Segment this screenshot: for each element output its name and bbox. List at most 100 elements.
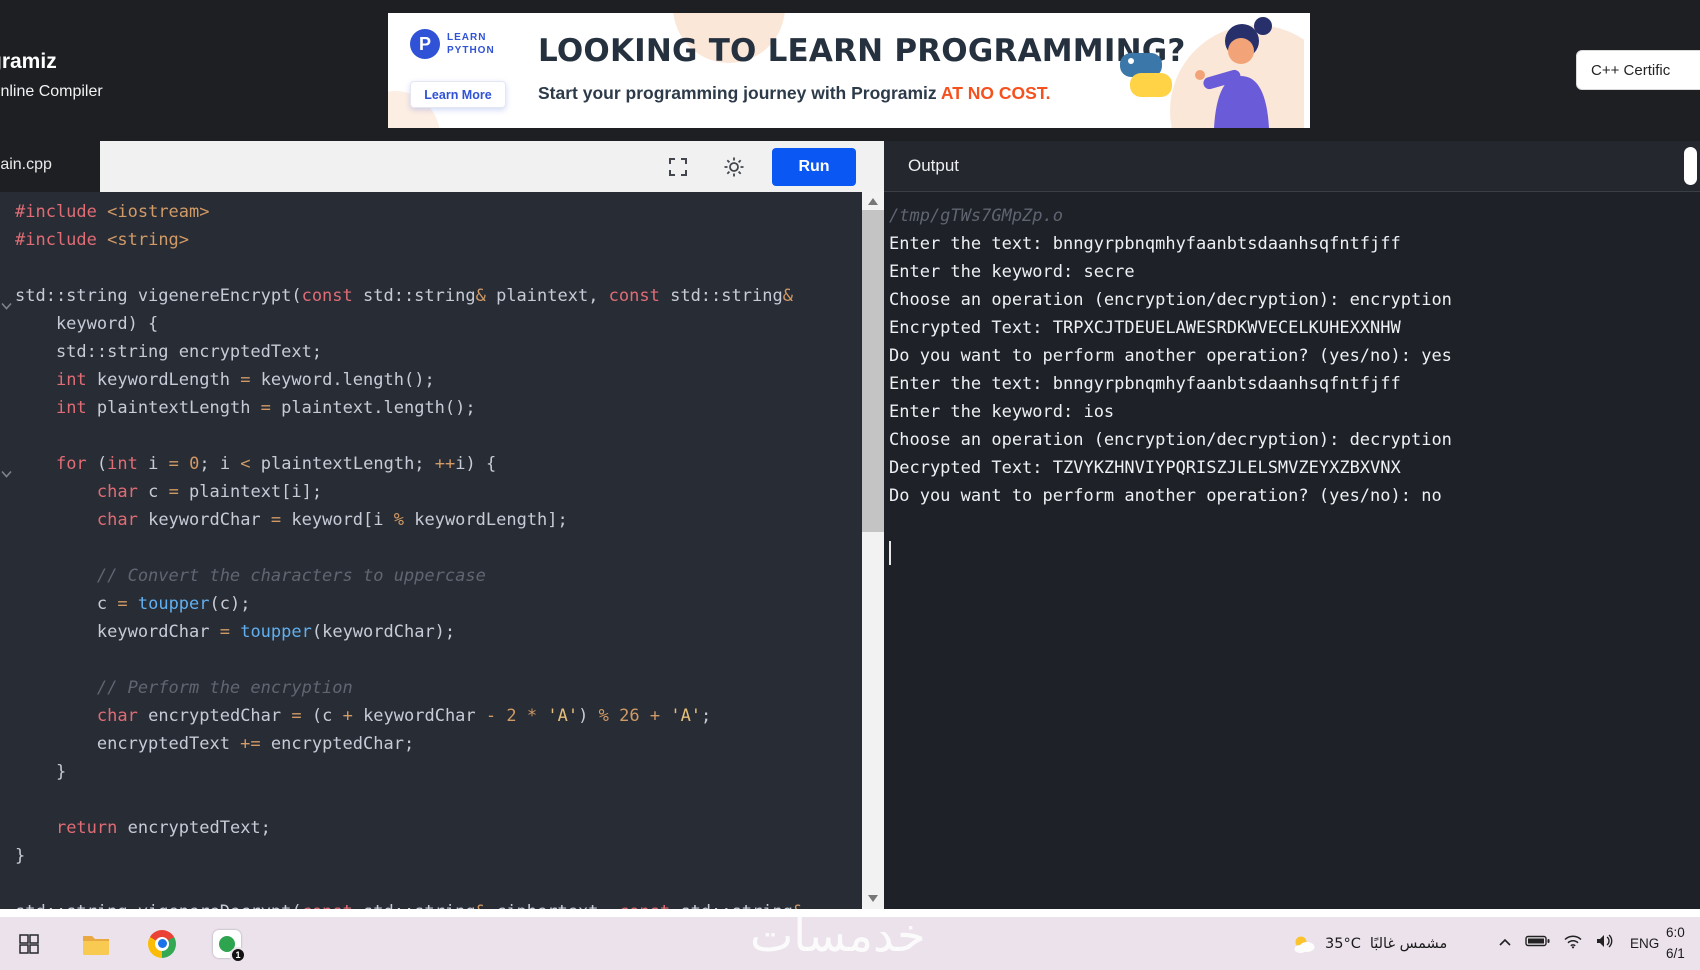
output-line: Choose an operation (encryption/decrypti… xyxy=(889,430,1452,450)
taskbar-clock[interactable]: 6:0 6/1 xyxy=(1666,917,1685,970)
banner-subline: Start your programming journey with Prog… xyxy=(538,83,1051,103)
code-line[interactable]: std::string vigenereEncrypt(const std::s… xyxy=(15,282,862,310)
banner-headline: LOOKING TO LEARN PROGRAMMING? xyxy=(538,33,1186,69)
chrome-button[interactable] xyxy=(148,929,176,958)
python-logo-icon xyxy=(1120,53,1172,97)
notification-badge: 1 xyxy=(230,946,246,963)
programiz-logo[interactable]: Programiz Online Compiler xyxy=(0,0,240,141)
up-triangle-icon xyxy=(868,197,878,205)
fold-arrow-icon[interactable] xyxy=(1,459,13,478)
output-cursor xyxy=(889,541,891,565)
output-lines: /tmp/gTWs7GMpZp.o Enter the text: bnngyrp… xyxy=(884,192,1700,538)
editor-scrollbar[interactable] xyxy=(862,192,884,909)
banner-subline-highlight: AT NO COST. xyxy=(940,83,1051,103)
toolbar-actions: Run xyxy=(100,141,884,192)
banner-illustration xyxy=(1120,17,1304,128)
start-button[interactable] xyxy=(14,929,44,959)
site-header: Programiz Online Compiler P LEARN PYTHON… xyxy=(0,0,1700,141)
learn-python-brand-text: LEARN PYTHON xyxy=(447,32,495,56)
weather-desc: مشمس غالبًا xyxy=(1369,935,1448,952)
tray-expand-button[interactable] xyxy=(1498,935,1512,953)
code-line[interactable] xyxy=(15,422,862,450)
output-line: Enter the text: bnngyrpbnqmhyfaanbtsdaan… xyxy=(889,234,1401,254)
notification-app-button[interactable]: 1 xyxy=(213,929,246,963)
folder-icon xyxy=(83,935,109,955)
code-line[interactable] xyxy=(15,534,862,562)
learn-python-p-icon: P xyxy=(410,29,440,59)
banner-brand: P LEARN PYTHON xyxy=(410,29,495,59)
code-line[interactable]: std::string encryptedText; xyxy=(15,338,862,366)
tab-label: main.cpp xyxy=(0,156,52,173)
chevron-up-icon xyxy=(1499,938,1511,946)
language-indicator[interactable]: ENG xyxy=(1630,917,1659,970)
output-line: Enter the keyword: ios xyxy=(889,402,1115,422)
speaker-icon xyxy=(1597,934,1613,948)
chrome-icon-core xyxy=(157,939,167,948)
promo-banner[interactable]: P LEARN PYTHON Learn More LOOKING TO LEA… xyxy=(388,13,1310,128)
code-line[interactable]: c = toupper(c); xyxy=(15,590,862,618)
code-editor[interactable]: #include <iostream> #include <string> std… xyxy=(0,192,862,909)
code-line[interactable]: #include <iostream> xyxy=(15,198,862,226)
output-line: Decrypted Text: TZVYKZHNVIYPQRISZJLELSMV… xyxy=(889,458,1401,478)
code-line[interactable]: std::string vigenereDecrypt(const std::s… xyxy=(15,898,862,909)
code-line[interactable]: keywordChar = toupper(keywordChar); xyxy=(15,618,862,646)
output-line: Enter the keyword: secre xyxy=(889,262,1135,282)
weather-widget[interactable]: 35°C مشمس غالبًا xyxy=(1292,917,1447,970)
fold-arrow-icon[interactable] xyxy=(1,291,13,310)
code-line[interactable]: // Perform the encryption xyxy=(15,674,862,702)
cpp-certification-button[interactable]: C++ Certific xyxy=(1576,50,1700,90)
output-line: Do you want to perform another operation… xyxy=(889,486,1442,506)
output-panel-header: Output xyxy=(884,141,1700,192)
code-line[interactable]: } xyxy=(15,842,862,870)
sun-cloud-icon xyxy=(1294,936,1315,953)
sun-icon xyxy=(724,157,744,176)
code-line[interactable]: char encryptedChar = (c + keywordChar - … xyxy=(15,702,862,730)
battery-icon xyxy=(1525,935,1550,947)
code-line[interactable]: int keywordLength = keyword.length(); xyxy=(15,366,862,394)
output-line: Choose an operation (encryption/decrypti… xyxy=(889,290,1452,310)
code-line[interactable] xyxy=(15,254,862,282)
clock-date: 6/1 xyxy=(1666,945,1685,961)
editor-scrollbar-thumb[interactable] xyxy=(862,210,884,532)
code-line[interactable]: int plaintextLength = plaintext.length()… xyxy=(15,394,862,422)
editor-toolbar: main.cpp Run Output xyxy=(0,141,1700,192)
code-line[interactable] xyxy=(15,646,862,674)
code-line[interactable] xyxy=(15,870,862,898)
code-line[interactable]: char keywordChar = keyword[i % keywordLe… xyxy=(15,506,862,534)
output-title: Output xyxy=(908,156,960,175)
code-line[interactable]: return encryptedText; xyxy=(15,814,862,842)
output-line: Do you want to perform another operation… xyxy=(889,346,1452,366)
fullscreen-icon xyxy=(669,157,687,176)
code-line[interactable]: keyword) { xyxy=(15,310,862,338)
code-lines[interactable]: #include <iostream> #include <string> std… xyxy=(0,192,862,909)
theme-toggle-button[interactable] xyxy=(716,149,752,185)
code-line[interactable]: // Convert the characters to uppercase xyxy=(15,562,862,590)
page-scrollbar-thumb[interactable] xyxy=(1684,147,1697,185)
scrollbar-down-arrow[interactable] xyxy=(862,889,884,907)
learn-more-button[interactable]: Learn More xyxy=(410,81,506,108)
taskbar-apps: 1 xyxy=(14,917,246,970)
code-line[interactable] xyxy=(15,786,862,814)
code-line[interactable]: } xyxy=(15,758,862,786)
run-button[interactable]: Run xyxy=(772,147,856,186)
volume-button[interactable] xyxy=(1596,933,1614,954)
logo-title: Programiz xyxy=(0,50,57,73)
code-line[interactable]: #include <string> xyxy=(15,226,862,254)
output-panel[interactable]: /tmp/gTWs7GMpZp.o Enter the text: bnngyrp… xyxy=(884,192,1700,909)
battery-button[interactable] xyxy=(1525,934,1550,953)
output-line: Enter the text: bnngyrpbnqmhyfaanbtsdaan… xyxy=(889,374,1401,394)
output-line: Encrypted Text: TRPXCJTDEUELAWESRDKWVECE… xyxy=(889,318,1401,338)
wifi-button[interactable] xyxy=(1563,934,1583,954)
tab-main-cpp[interactable]: main.cpp xyxy=(0,141,100,192)
down-triangle-icon xyxy=(868,894,878,902)
fullscreen-button[interactable] xyxy=(660,149,696,185)
logo-subtitle: Online Compiler xyxy=(0,83,103,100)
code-line[interactable]: for (int i = 0; i < plaintextLength; ++i… xyxy=(15,450,862,478)
output-line: /tmp/gTWs7GMpZp.o xyxy=(889,206,1063,226)
scrollbar-up-arrow[interactable] xyxy=(862,192,884,210)
code-line[interactable]: encryptedText += encryptedChar; xyxy=(15,730,862,758)
wifi-icon xyxy=(1564,935,1582,948)
file-explorer-button[interactable] xyxy=(81,929,111,959)
code-line[interactable]: char c = plaintext[i]; xyxy=(15,478,862,506)
